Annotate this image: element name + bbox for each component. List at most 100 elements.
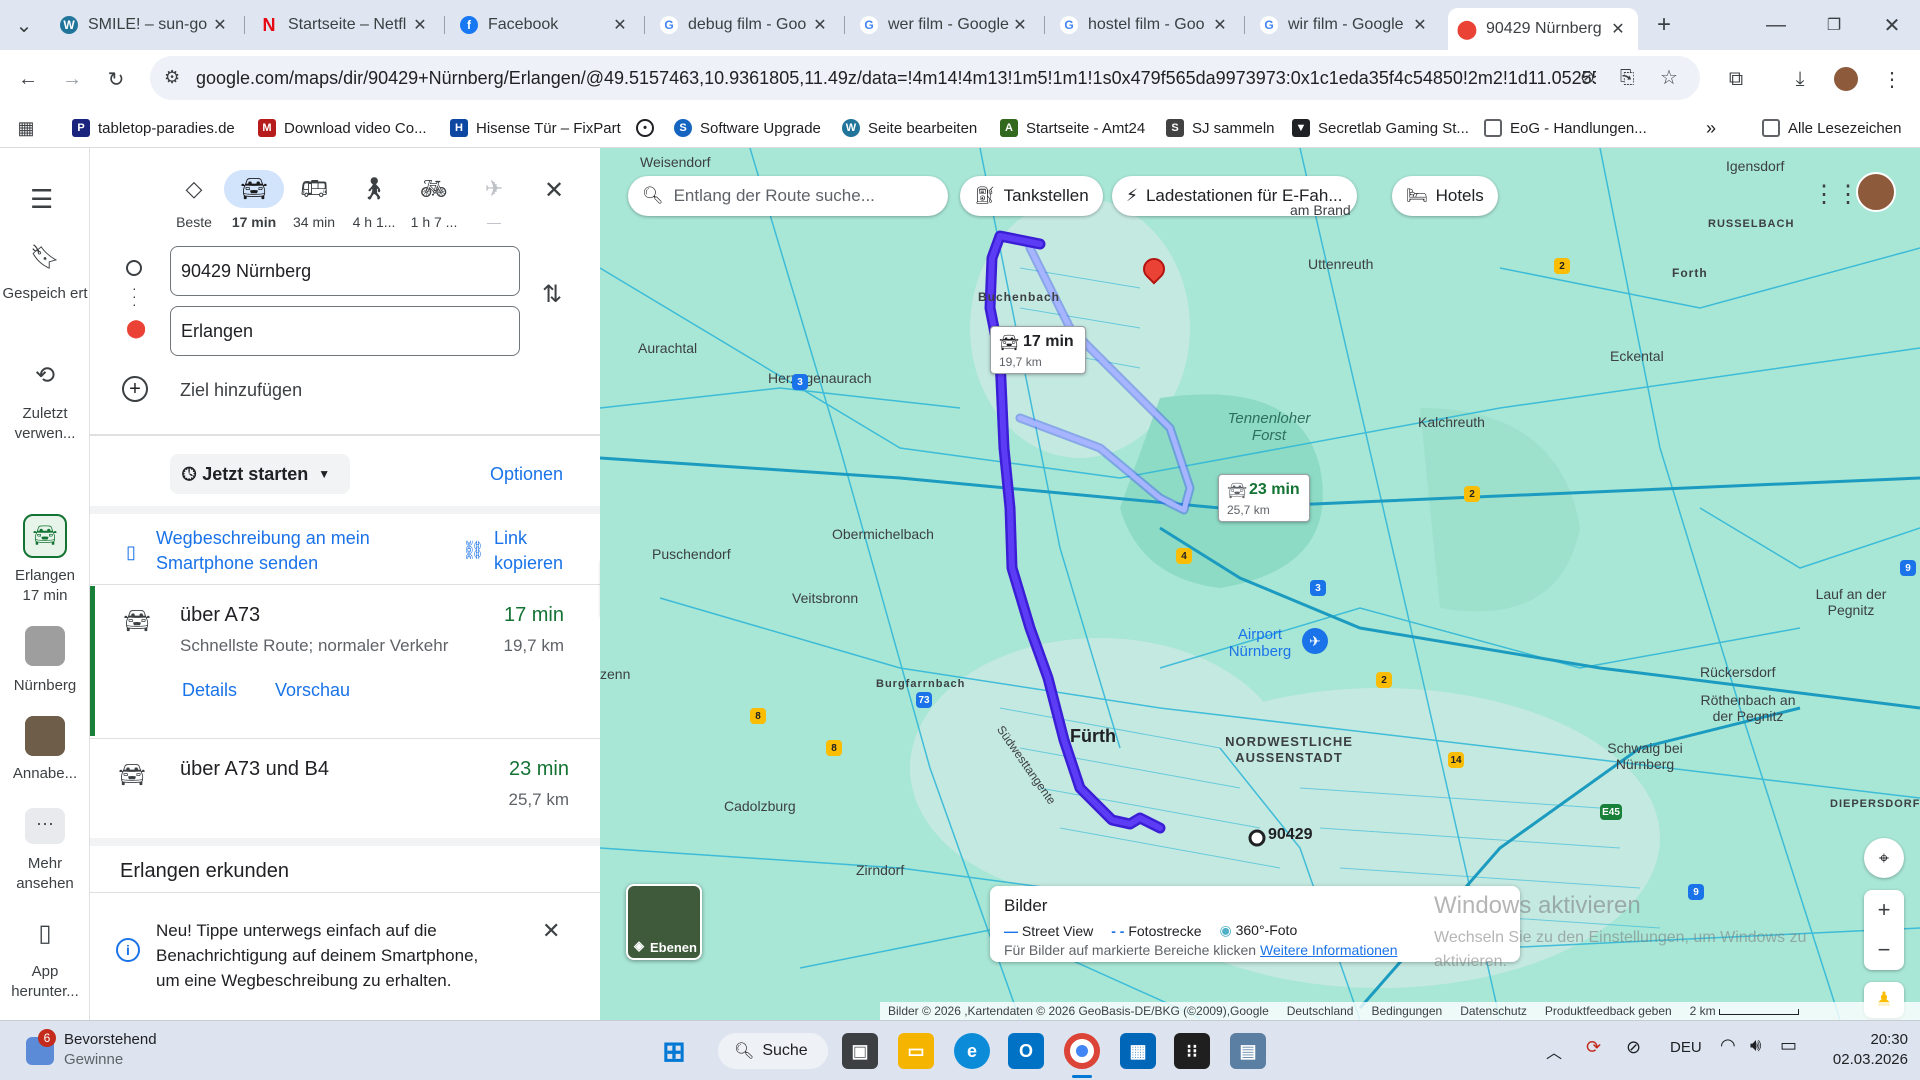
route-option-selected[interactable]: 🚘︎ über A73 Schnellste Route; normaler V… bbox=[90, 586, 600, 736]
store-icon[interactable]: ▦ bbox=[1120, 1033, 1156, 1069]
rail-more[interactable]: ··· Mehr ansehen bbox=[0, 808, 90, 894]
mode-flight[interactable]: ✈ — bbox=[464, 170, 524, 230]
tab-search-icon[interactable]: ⌄ bbox=[8, 9, 40, 41]
forward-icon[interactable]: → bbox=[56, 63, 88, 95]
address-bar[interactable]: ⚙ google.com/maps/dir/90429+Nürnberg/Erl… bbox=[150, 56, 1700, 100]
close-directions-icon[interactable]: ✕ bbox=[544, 176, 564, 205]
edge-icon[interactable]: e bbox=[954, 1033, 990, 1069]
bookmark-item[interactable]: M Download video Co... bbox=[258, 116, 427, 140]
rail-recent-annabe[interactable]: Annabe... bbox=[0, 716, 90, 784]
browser-tab[interactable]: N Startseite – Netfl ✕ bbox=[250, 8, 440, 42]
calculator-icon[interactable]: ▤ bbox=[1230, 1033, 1266, 1069]
bookmark-item[interactable]: A Startseite - Amt24 bbox=[1000, 116, 1145, 140]
depart-time-dropdown[interactable]: 🕓︎ Jetzt starten ▼ bbox=[170, 454, 350, 494]
close-tip-icon[interactable]: ✕ bbox=[542, 918, 560, 944]
chip-hotels[interactable]: 🛏︎ Hotels bbox=[1392, 176, 1498, 216]
install-app-icon[interactable]: ⎘ bbox=[1620, 67, 1634, 88]
all-bookmarks-button[interactable]: Alle Lesezeichen bbox=[1762, 116, 1901, 140]
clock-time[interactable]: 20:30 bbox=[1836, 1031, 1908, 1048]
mode-transit[interactable]: 🚌︎ 34 min bbox=[284, 170, 344, 230]
window-close-icon[interactable]: ✕ bbox=[1876, 9, 1908, 41]
back-icon[interactable]: ← bbox=[12, 63, 44, 95]
battery-icon[interactable]: ▭ bbox=[1780, 1035, 1797, 1056]
windows-start-icon[interactable]: ⊞ bbox=[656, 1033, 692, 1069]
bookmark-item[interactable]: Ptabletop-paradies.de bbox=[72, 116, 235, 140]
layers-button[interactable]: ◈ Ebenen bbox=[626, 884, 702, 960]
copy-link-button[interactable]: Link kopieren bbox=[494, 526, 584, 576]
google-apps-icon[interactable]: ⋮⋮ bbox=[1812, 180, 1860, 209]
browser-tab[interactable]: G wer film - Google ✕ bbox=[850, 8, 1040, 42]
app-icon[interactable]: ⁝⁝ bbox=[1174, 1033, 1210, 1069]
rail-saved[interactable]: 🔖︎ Gespeich ert bbox=[0, 246, 90, 304]
tray-overflow-icon[interactable]: ︿ bbox=[1546, 1039, 1562, 1063]
account-avatar[interactable] bbox=[1856, 172, 1896, 212]
rail-recent[interactable]: ⟲ Zuletzt verwen... bbox=[0, 364, 90, 444]
bookmark-star-icon[interactable]: ☆ bbox=[1660, 65, 1678, 90]
add-destination-button[interactable]: Ziel hinzufügen bbox=[180, 380, 302, 401]
scale-bar[interactable]: 2 km bbox=[1690, 1004, 1800, 1018]
route-time-label-main[interactable]: 🚘︎ 17 min 19,7 km bbox=[990, 326, 1086, 374]
wifi-icon[interactable]: ◠ bbox=[1720, 1035, 1736, 1056]
volume-icon[interactable]: 🔊︎ bbox=[1750, 1035, 1761, 1056]
outlook-icon[interactable]: O bbox=[1008, 1033, 1044, 1069]
browser-tab-active[interactable]: ⬤ 90429 Nürnberg ✕ bbox=[1448, 8, 1638, 50]
browser-tab[interactable]: G debug film - Goo ✕ bbox=[650, 8, 840, 42]
zoom-out-icon[interactable]: − bbox=[1864, 930, 1904, 970]
hamburger-menu-icon[interactable]: ☰ bbox=[30, 184, 53, 215]
language-indicator[interactable]: DEU bbox=[1670, 1039, 1702, 1056]
route-search-input[interactable]: 🔍︎ Entlang der Route suche... bbox=[628, 176, 948, 216]
origin-input[interactable]: 90429 Nürnberg bbox=[170, 246, 520, 296]
send-to-phone-button[interactable]: Wegbeschreibung an mein Smartphone sende… bbox=[156, 526, 406, 576]
eye-off-icon[interactable]: ⊘ bbox=[1580, 67, 1595, 88]
airport-icon[interactable]: ✈ bbox=[1302, 628, 1328, 654]
route-option[interactable]: 🚘︎ über A73 und B4 23 min 25,7 km bbox=[90, 740, 600, 840]
add-destination-icon[interactable]: + bbox=[122, 376, 148, 402]
new-tab-icon[interactable]: + bbox=[1648, 9, 1680, 41]
browser-tab[interactable]: W SMILE! – sun-go ✕ bbox=[50, 8, 240, 42]
privacy-link[interactable]: Datenschutz bbox=[1460, 1004, 1527, 1018]
country-link[interactable]: Deutschland bbox=[1287, 1004, 1354, 1018]
my-location-icon[interactable]: ⌖ bbox=[1864, 838, 1904, 878]
route-time-label-alt[interactable]: 🚘︎ 23 min 25,7 km bbox=[1218, 474, 1310, 522]
bookmark-item[interactable]: S Software Upgrade bbox=[674, 116, 821, 140]
apps-grid-icon[interactable]: ▦ bbox=[10, 112, 42, 144]
close-tab-icon[interactable]: ✕ bbox=[810, 15, 830, 35]
more-info-link[interactable]: Weitere Informationen bbox=[1260, 942, 1397, 958]
close-tab-icon[interactable]: ✕ bbox=[1410, 15, 1430, 35]
swap-icon[interactable]: ⇅ bbox=[542, 280, 562, 309]
chip-gas-stations[interactable]: ⛽︎ Tankstellen bbox=[960, 176, 1103, 216]
network-off-icon[interactable]: ⊘ bbox=[1626, 1037, 1641, 1058]
bookmark-folder[interactable]: EoG - Handlungen... bbox=[1484, 116, 1647, 140]
maximize-icon[interactable]: ❐ bbox=[1818, 9, 1850, 41]
close-tab-icon[interactable]: ✕ bbox=[1010, 15, 1030, 35]
menu-kebab-icon[interactable]: ⋮ bbox=[1876, 63, 1908, 95]
mode-best[interactable]: ◇ Beste bbox=[164, 170, 224, 230]
mode-bike[interactable]: 🚲︎ 1 h 7 ... bbox=[404, 170, 464, 230]
bookmark-item[interactable]: H Hisense Tür – FixPart bbox=[450, 116, 621, 140]
bookmark-item[interactable]: ▼ Secretlab Gaming St... bbox=[1292, 116, 1469, 140]
clock-date[interactable]: 02.03.2026 bbox=[1820, 1051, 1908, 1068]
terms-link[interactable]: Bedingungen bbox=[1371, 1004, 1442, 1018]
browser-tab[interactable]: f Facebook ✕ bbox=[450, 8, 640, 42]
profile-avatar[interactable] bbox=[1830, 63, 1862, 95]
download-icon[interactable]: ⤓ bbox=[1784, 63, 1816, 95]
rail-recent-erlangen[interactable]: 🚘︎ Erlangen 17 min bbox=[0, 514, 90, 606]
file-explorer-icon[interactable]: ▭ bbox=[898, 1033, 934, 1069]
chrome-icon[interactable] bbox=[1064, 1033, 1100, 1069]
mode-walk[interactable]: 🚶︎ 4 h 1... bbox=[344, 170, 404, 230]
url-text[interactable]: google.com/maps/dir/90429+Nürnberg/Erlan… bbox=[196, 68, 1596, 89]
rail-recent-nuernberg[interactable]: Nürnberg bbox=[0, 626, 90, 696]
preview-button[interactable]: Vorschau bbox=[275, 680, 350, 701]
sync-icon[interactable]: ⟳ bbox=[1586, 1037, 1601, 1058]
reload-icon[interactable]: ↻ bbox=[100, 63, 132, 95]
close-tab-icon[interactable]: ✕ bbox=[1608, 19, 1628, 39]
browser-tab[interactable]: G hostel film - Goo ✕ bbox=[1050, 8, 1240, 42]
details-button[interactable]: Details bbox=[182, 680, 237, 701]
bookmark-item[interactable]: W Seite bearbeiten bbox=[842, 116, 977, 140]
bookmarks-overflow-button[interactable]: » bbox=[1706, 116, 1716, 140]
feedback-link[interactable]: Produktfeedback geben bbox=[1545, 1004, 1672, 1018]
bookmark-item[interactable]: • bbox=[636, 116, 662, 140]
mode-car[interactable]: 🚘︎ 17 min bbox=[224, 170, 284, 230]
site-info-icon[interactable]: ⚙ bbox=[164, 67, 180, 88]
close-tab-icon[interactable]: ✕ bbox=[210, 15, 230, 35]
